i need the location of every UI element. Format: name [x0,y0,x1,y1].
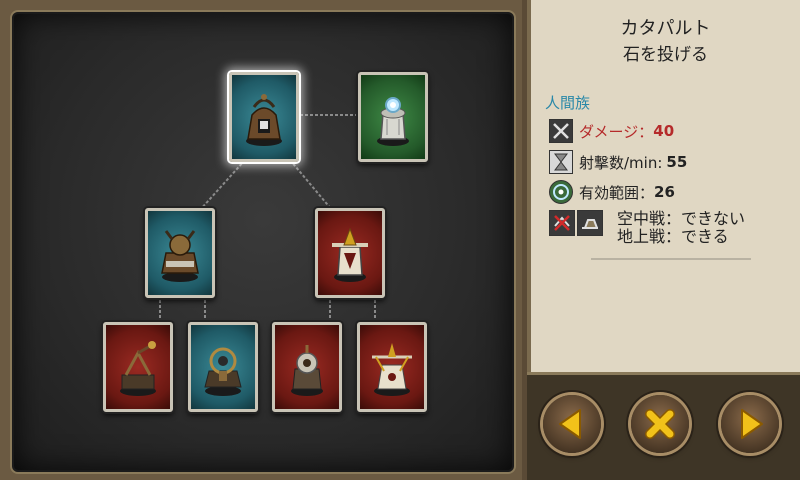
target-icons [549,210,609,246]
fire-rate-row: 射撃数/min: 55 [549,149,687,175]
hourglass-icon [549,150,573,174]
damage-value: 40 [653,122,675,140]
royal-ballista-icon [372,343,412,396]
trebuchet-tower-icon [120,341,156,396]
navigation-bar [527,372,800,480]
range-value: 26 [654,183,675,201]
mortar-tower-icon [291,345,323,396]
bombard-tower-icon [204,347,242,396]
tower-card-catapult[interactable] [229,72,299,162]
damage-row: ダメージ： 40 [549,118,674,144]
range-row: 有効範囲： 26 [549,179,675,205]
tower-race: 人間族 [545,94,591,112]
previous-button[interactable] [543,395,601,453]
tower-card-tier3-1[interactable] [103,322,173,412]
air-no-icon [549,210,575,236]
target-text: 空中戦：できない 地上戦：できる [617,210,745,246]
panel-divider [591,258,751,260]
tree-frame [0,0,522,480]
next-arrow-icon [741,409,763,439]
crossed-swords-icon [549,119,573,143]
ground-attack-text: 地上戦：できる [617,227,729,246]
range-label: 有効範囲： [579,183,655,202]
catapult-tower-icon [246,94,282,146]
tower-description: 石を投げる [623,45,708,65]
tower-card-tier3-2[interactable] [188,322,258,412]
fire-rate-value: 55 [666,153,688,171]
heavy-catapult-icon [161,230,199,282]
tower-card-tier3-3[interactable] [272,322,342,412]
damage-label: ダメージ： [579,122,654,141]
tower-card-tier2-left[interactable] [145,208,215,298]
target-types: 空中戦：できない 地上戦：できる [549,210,745,246]
range-target-icon [549,180,573,204]
close-x-icon [645,409,675,439]
next-button[interactable] [721,395,779,453]
tower-card-crystal[interactable] [358,72,428,162]
ground-yes-icon [577,210,603,236]
tower-info-screen: カタパルト 石を投げる 人間族 ダメージ： 40 射撃数/min: 55 有効範… [0,0,800,480]
previous-arrow-icon [559,409,581,439]
tower-info-panel: カタパルト 石を投げる 人間族 ダメージ： 40 射撃数/min: 55 有効範… [527,0,800,372]
tower-card-tier2-right[interactable] [315,208,385,298]
tower-card-tier3-4[interactable] [357,322,427,412]
tower-name: カタパルト [620,18,711,39]
air-attack-text: 空中戦：できない [617,209,746,228]
crystal-tower-icon [377,97,409,146]
close-button[interactable] [631,395,689,453]
fire-rate-label: 射撃数/min: [579,153,663,172]
ballista-tower-icon [332,227,368,282]
